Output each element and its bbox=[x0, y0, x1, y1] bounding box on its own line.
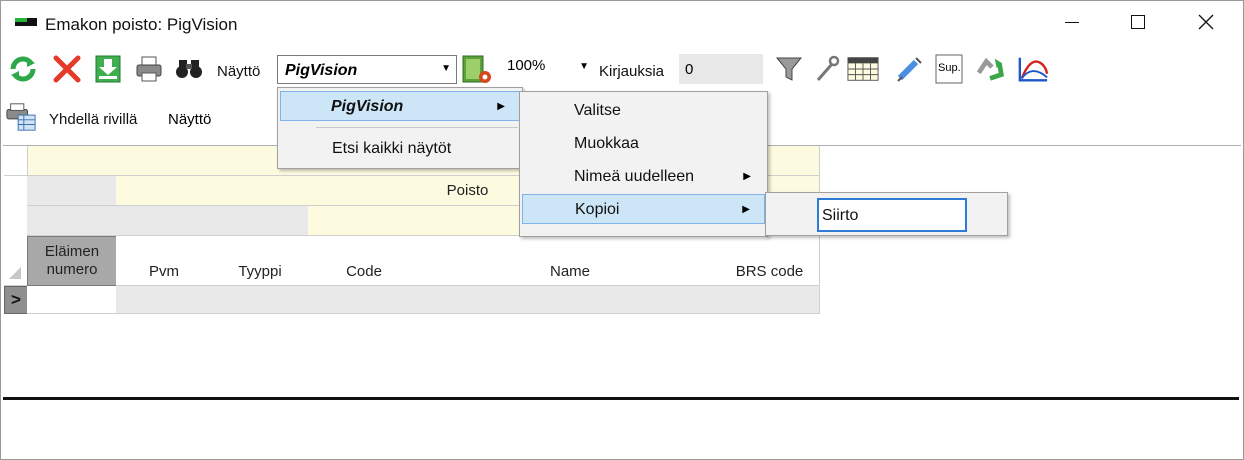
menu-item-label: Etsi kaikki näytöt bbox=[332, 140, 452, 157]
table-cell[interactable] bbox=[212, 286, 309, 314]
filter-icon[interactable] bbox=[773, 53, 805, 85]
view-dropdown-menu: PigVision ▶ Etsi kaikki näytöt bbox=[277, 87, 523, 169]
grid-band-cell bbox=[27, 206, 117, 236]
menu-item-label: Kopioi bbox=[575, 201, 620, 218]
column-header-name[interactable]: Name bbox=[420, 236, 721, 286]
table-cell[interactable] bbox=[116, 286, 213, 314]
secondary-view-field[interactable]: Näyttö bbox=[163, 103, 279, 135]
menu-item-edit[interactable]: Muokkaa bbox=[522, 129, 765, 159]
grid-band-cell bbox=[212, 206, 309, 236]
delete-icon[interactable] bbox=[51, 53, 83, 85]
column-header-text: Name bbox=[549, 263, 590, 280]
syringe-icon[interactable] bbox=[893, 53, 925, 85]
column-header-text: Pvm bbox=[149, 263, 179, 280]
copy-name-input-value: Siirto bbox=[822, 207, 859, 224]
pigvision-submenu: Valitse Muokkaa Nimeä uudelleen ▶ Kopioi… bbox=[519, 91, 768, 237]
submenu-arrow-icon: ▶ bbox=[743, 171, 751, 182]
copy-name-input[interactable]: Siirto bbox=[817, 198, 967, 232]
main-toolbar: Näyttö PigVision ▼ 100% ▼ Kirjauksia 0 S… bbox=[1, 49, 1243, 93]
column-header-text: BRS code bbox=[735, 263, 804, 280]
minimize-icon bbox=[1065, 21, 1079, 23]
menu-item-select[interactable]: Valitse bbox=[522, 96, 765, 126]
printer-list-icon[interactable] bbox=[5, 101, 37, 133]
menu-separator bbox=[316, 127, 518, 128]
refresh-icon[interactable] bbox=[7, 53, 39, 85]
view-combobox[interactable]: PigVision ▼ bbox=[277, 55, 457, 84]
grid-band-cell bbox=[27, 176, 117, 206]
maximize-button[interactable] bbox=[1115, 1, 1161, 43]
menu-item-pigvision[interactable]: PigVision ▶ bbox=[280, 91, 520, 121]
chevron-down-icon: ▼ bbox=[441, 63, 451, 74]
close-icon bbox=[1198, 14, 1214, 30]
download-icon[interactable] bbox=[92, 53, 124, 85]
app-window: Emakon poisto: PigVision Näyttö PigVisio… bbox=[0, 0, 1244, 460]
column-header-text: Code bbox=[346, 263, 382, 280]
maximize-icon bbox=[1131, 15, 1145, 29]
calendar-icon[interactable] bbox=[847, 53, 879, 85]
select-all-corner[interactable] bbox=[4, 236, 28, 286]
screen-settings-icon[interactable] bbox=[461, 53, 493, 85]
menu-item-find-all-views[interactable]: Etsi kaikki näytöt bbox=[280, 134, 520, 164]
column-header-type[interactable]: Tyyppi bbox=[212, 236, 309, 286]
menu-item-label: PigVision bbox=[331, 98, 404, 115]
menu-item-rename[interactable]: Nimeä uudelleen ▶ bbox=[522, 162, 765, 192]
binoculars-icon[interactable] bbox=[173, 53, 205, 85]
records-label: Kirjauksia bbox=[599, 63, 665, 80]
wrench-icon[interactable] bbox=[811, 53, 843, 85]
row-indicator-arrow: > bbox=[11, 290, 21, 309]
secondary-view-value: Näyttö bbox=[168, 111, 212, 128]
app-icon bbox=[15, 18, 37, 26]
grid-band-cell bbox=[116, 206, 213, 236]
grid-corner-top bbox=[4, 146, 28, 176]
splitter-line[interactable] bbox=[3, 397, 1239, 400]
menu-item-label: Valitse bbox=[574, 102, 621, 119]
sup-icon[interactable]: Sup. bbox=[933, 53, 965, 85]
row-indicator[interactable]: > bbox=[4, 286, 28, 314]
column-header-animal-number[interactable]: Eläimen numero bbox=[27, 236, 117, 286]
zoom-value: 100% bbox=[507, 57, 546, 74]
menu-item-label: Muokkaa bbox=[574, 135, 639, 152]
chevron-down-icon: ▼ bbox=[579, 61, 589, 72]
sup-icon-text: Sup. bbox=[938, 62, 961, 74]
menu-item-label: Nimeä uudelleen bbox=[574, 168, 695, 185]
column-header-code[interactable]: Code bbox=[308, 236, 421, 286]
records-count-value: 0 bbox=[685, 61, 694, 78]
records-count-field: 0 bbox=[679, 54, 763, 84]
submenu-arrow-icon: ▶ bbox=[497, 101, 505, 112]
view-label: Näyttö bbox=[217, 63, 261, 80]
column-header-text: Tyyppi bbox=[238, 263, 282, 280]
column-header-text: Eläimen numero bbox=[44, 243, 100, 278]
table-cell[interactable] bbox=[420, 286, 721, 314]
one-row-label: Yhdellä rivillä bbox=[49, 111, 138, 128]
column-header-date[interactable]: Pvm bbox=[116, 236, 213, 286]
menu-item-copy[interactable]: Kopioi ▶ bbox=[522, 194, 765, 224]
close-button[interactable] bbox=[1183, 1, 1229, 43]
table-cell[interactable] bbox=[308, 286, 421, 314]
column-header-brs-code[interactable]: BRS code bbox=[720, 236, 820, 286]
title-bar: Emakon poisto: PigVision bbox=[1, 1, 1243, 43]
view-combobox-value: PigVision bbox=[285, 62, 358, 79]
zoom-combobox[interactable]: 100% ▼ bbox=[501, 53, 591, 79]
table-cell[interactable] bbox=[720, 286, 820, 314]
table-cell[interactable] bbox=[27, 286, 117, 314]
recycle-icon[interactable] bbox=[975, 53, 1007, 85]
submenu-arrow-icon: ▶ bbox=[742, 204, 750, 215]
print-icon[interactable] bbox=[133, 53, 165, 85]
minimize-button[interactable] bbox=[1049, 1, 1095, 43]
window-title: Emakon poisto: PigVision bbox=[45, 15, 238, 34]
curve-chart-icon[interactable] bbox=[1017, 53, 1049, 85]
